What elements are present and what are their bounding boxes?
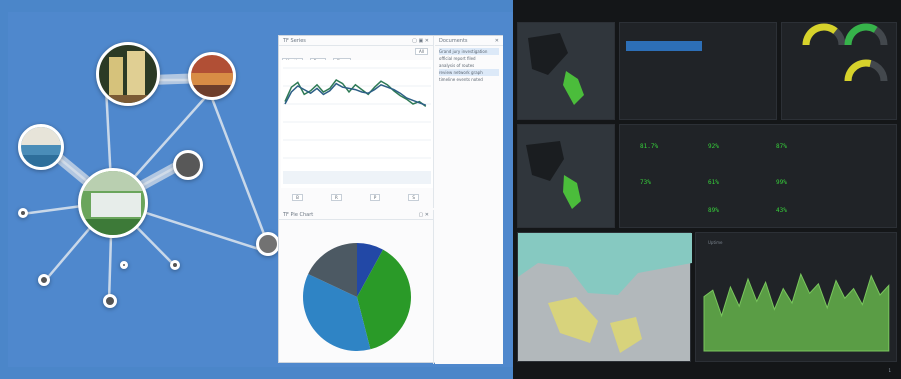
footer-button-s[interactable]: S xyxy=(408,194,419,201)
metric-value: 61% xyxy=(708,179,719,186)
map-panel-top[interactable] xyxy=(517,22,615,120)
doc-line: analysis of routes xyxy=(439,63,475,68)
pie-title: TF Pie Chart xyxy=(283,212,314,218)
node-bridge[interactable] xyxy=(256,232,280,256)
page-number: 1 xyxy=(888,368,891,373)
small-node[interactable] xyxy=(38,274,50,286)
pie-controls[interactable]: ▢ ✕ xyxy=(418,212,429,218)
doc-line: timeline events noted xyxy=(439,77,483,82)
timeline-brush xyxy=(283,171,431,184)
documents-header: Documents ✕ xyxy=(435,36,503,46)
pie-panel-header: TF Pie Chart ▢ ✕ xyxy=(279,210,433,220)
toolbar-button-all[interactable]: All xyxy=(415,48,428,55)
metric-value: 87% xyxy=(776,143,787,150)
metric-value: 99% xyxy=(776,179,787,186)
dashboard-window[interactable]: 81.7% 92% 87% 73% 61% 99% 89% 43% Uptime… xyxy=(513,0,901,379)
chart-footer-buttons[interactable]: B R P S xyxy=(279,194,434,201)
footer-button-b[interactable]: B xyxy=(292,194,303,201)
area-chart-panel[interactable]: Uptime xyxy=(695,232,897,362)
map-panel-middle[interactable] xyxy=(517,124,615,228)
node-city[interactable] xyxy=(173,150,203,180)
small-node[interactable] xyxy=(170,260,180,270)
area-series xyxy=(703,272,890,352)
documents-title: Documents xyxy=(439,38,468,44)
metric-value: 43% xyxy=(776,207,787,214)
usage-panel[interactable] xyxy=(619,22,777,120)
metrics-panel[interactable]: 81.7% 92% 87% 73% 61% 99% 89% 43% xyxy=(619,124,897,228)
doc-line: Grand jury investigation xyxy=(439,48,499,55)
small-node[interactable] xyxy=(120,261,128,269)
node-tower[interactable] xyxy=(96,42,160,106)
gauge-fill-1 xyxy=(844,23,878,46)
documents-controls[interactable]: ✕ xyxy=(495,38,499,44)
metric-value: 92% xyxy=(708,143,719,150)
area-chart-label: Uptime xyxy=(708,240,723,245)
metric-value: 81.7% xyxy=(640,143,659,150)
footer-button-r[interactable]: R xyxy=(330,194,342,201)
usage-bar xyxy=(626,41,702,51)
pie-chart[interactable] xyxy=(281,224,433,360)
metric-value: 89% xyxy=(708,207,719,214)
doc-line: review network graph xyxy=(439,69,499,76)
node-pool[interactable] xyxy=(18,124,64,170)
analytics-window[interactable]: TF Series ▢ ▣ ✕ Month Day Show All B R P… xyxy=(278,35,503,364)
node-hub[interactable] xyxy=(78,168,148,238)
line-chart[interactable] xyxy=(281,60,433,188)
small-node[interactable] xyxy=(103,294,117,308)
series-title: TF Series xyxy=(283,38,306,44)
footer-button-p[interactable]: P xyxy=(369,194,381,201)
node-market[interactable] xyxy=(188,52,236,100)
window-controls[interactable]: ▢ ▣ ✕ xyxy=(412,38,429,44)
document-text-pane[interactable]: Grand jury investigation official report… xyxy=(435,46,503,85)
small-node[interactable] xyxy=(18,208,28,218)
map-panel-bottom[interactable] xyxy=(517,232,692,362)
metric-value: 73% xyxy=(640,179,651,186)
uptime-area-chart xyxy=(703,272,890,352)
doc-line: official report filed xyxy=(439,56,476,61)
gauge-fill-0 xyxy=(802,23,838,46)
gauges-panel[interactable] xyxy=(781,22,897,120)
gauge-cluster xyxy=(802,23,888,82)
series-panel-header: TF Series ▢ ▣ ✕ xyxy=(279,36,433,46)
gauge-fill-2 xyxy=(844,59,872,82)
